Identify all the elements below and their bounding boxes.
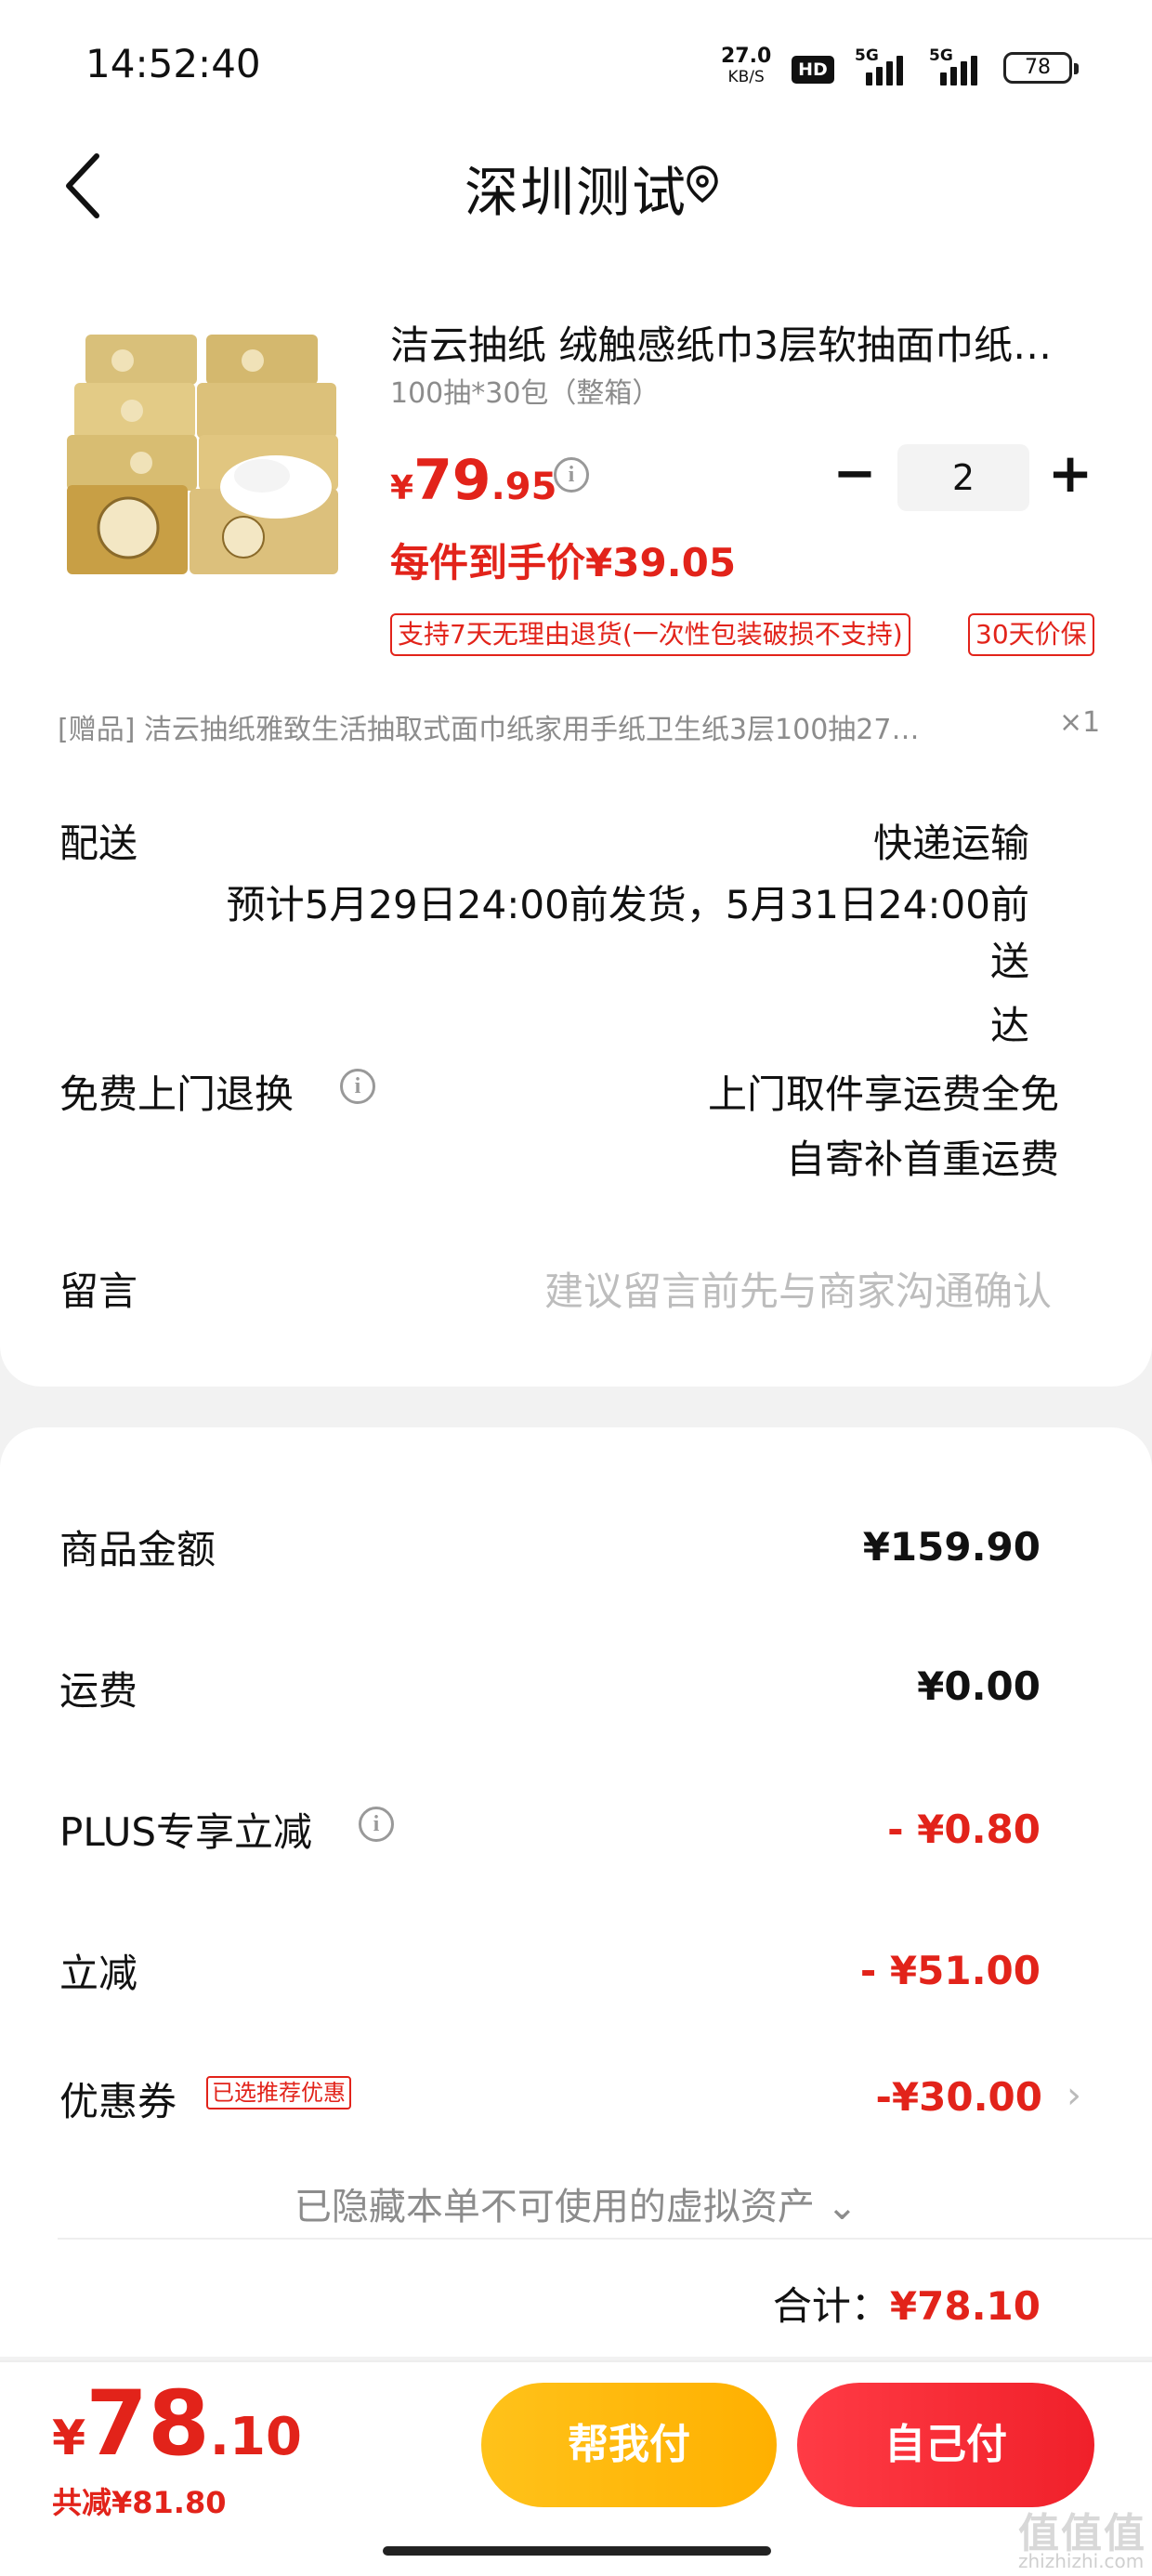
delivery-eta[interactable]: 预计5月29日24:00前发货，5月31日24:00前送 达 (193, 874, 1029, 1051)
page-title[interactable]: 深圳测试 (0, 149, 1152, 227)
battery-icon: 78 (1003, 52, 1079, 84)
goods-amount-label: 商品金额 (59, 1527, 216, 1572)
price-decimal: .95 (491, 466, 557, 508)
gift-item[interactable]: [赠品] 洁云抽纸雅致生活抽取式面巾纸家用手纸卫生纸3层100抽27… (58, 706, 919, 747)
instant-discount-label: 立减 (59, 1951, 138, 1996)
chevron-right-icon[interactable]: › (1067, 2074, 1081, 2117)
total-label: 合计： (772, 2283, 890, 2329)
self-pay-button[interactable]: 自己付 (797, 2383, 1094, 2507)
product-image[interactable] (67, 327, 346, 580)
product-name[interactable]: 洁云抽纸 绒触感纸巾3层软抽面巾纸卫生纸家用整箱 (390, 314, 1059, 371)
pay-integer: 78 (85, 2372, 210, 2476)
message-label: 留言 (59, 1268, 138, 1314)
divider (58, 2238, 1152, 2240)
quantity-decrease-button[interactable]: − (829, 448, 881, 504)
return-pickup-text[interactable]: 上门取件享运费全免 (708, 1063, 1059, 1120)
quantity-increase-button[interactable]: + (1044, 446, 1096, 500)
return-self-send-text[interactable]: 自寄补首重运费 (786, 1128, 1059, 1185)
unit-price: 每件到手价¥39.05 (390, 540, 737, 585)
return-policy-tag: 支持7天无理由退货(一次性包装破损不支持) (390, 613, 910, 656)
signal-icon-2: 5G (929, 46, 981, 85)
pay-decimal: .10 (209, 2407, 302, 2467)
network-speed-unit: KB/S (727, 68, 765, 86)
coupon-badge: 已选推荐优惠 (206, 2076, 351, 2109)
order-total: 合计：¥78.10 (773, 2275, 1041, 2332)
product-price: ¥79.95 (390, 448, 556, 513)
goods-amount-value: ¥159.90 (862, 1524, 1041, 1570)
gift-count: ×1 (1059, 706, 1101, 739)
price-currency: ¥ (390, 469, 414, 507)
delivery-eta-line2: 达 (989, 1003, 1029, 1048)
location-icon[interactable] (684, 164, 721, 204)
hd-icon: HD (792, 56, 834, 84)
delivery-label: 配送 (59, 821, 138, 866)
home-indicator[interactable] (383, 2546, 771, 2556)
total-saved[interactable]: 共减¥81.80 (52, 2479, 227, 2522)
price-protect-tag: 30天价保 (968, 613, 1094, 656)
help-pay-button[interactable]: 帮我付 (481, 2383, 777, 2507)
total-value: ¥78.10 (889, 2283, 1041, 2329)
shipping-label: 运费 (59, 1668, 138, 1714)
coupon-label[interactable]: 优惠券 (59, 2070, 177, 2127)
price-info-icon[interactable]: i (554, 457, 589, 493)
pay-currency: ¥ (52, 2411, 86, 2466)
price-integer: 79 (413, 448, 491, 513)
shipping-value: ¥0.00 (917, 1663, 1041, 1709)
delivery-method[interactable]: 快递运输 (873, 812, 1029, 869)
hidden-assets-toggle[interactable]: 已隐藏本单不可使用的虚拟资产 ⌄ (0, 2176, 1152, 2230)
instant-discount-value: - ¥51.00 (859, 1948, 1041, 1993)
watermark-site: zhizhizhi.com (1018, 2550, 1145, 2572)
status-time: 14:52:40 (85, 41, 261, 86)
pay-amount: ¥78.10 (52, 2372, 302, 2476)
coupon-value[interactable]: -¥30.00 (875, 2074, 1042, 2120)
network-speed-value: 27.0 (721, 45, 772, 68)
quantity-input[interactable]: 2 (897, 444, 1029, 511)
plus-discount-value: - ¥0.80 (887, 1807, 1041, 1852)
plus-info-icon[interactable]: i (359, 1807, 394, 1842)
return-info-icon[interactable]: i (340, 1069, 375, 1104)
plus-discount-label: PLUS专享立减 (59, 1809, 313, 1855)
delivery-eta-line1: 预计5月29日24:00前发货，5月31日24:00前送 (226, 882, 1029, 984)
product-spec: 100抽*30包（整箱） (390, 377, 661, 410)
free-return-label: 免费上门退换 (59, 1071, 295, 1117)
signal-icon: 5G (855, 46, 907, 85)
message-input[interactable]: 建议留言前先与商家沟通确认 (544, 1260, 1052, 1317)
network-speed: 27.0 KB/S (721, 46, 771, 87)
